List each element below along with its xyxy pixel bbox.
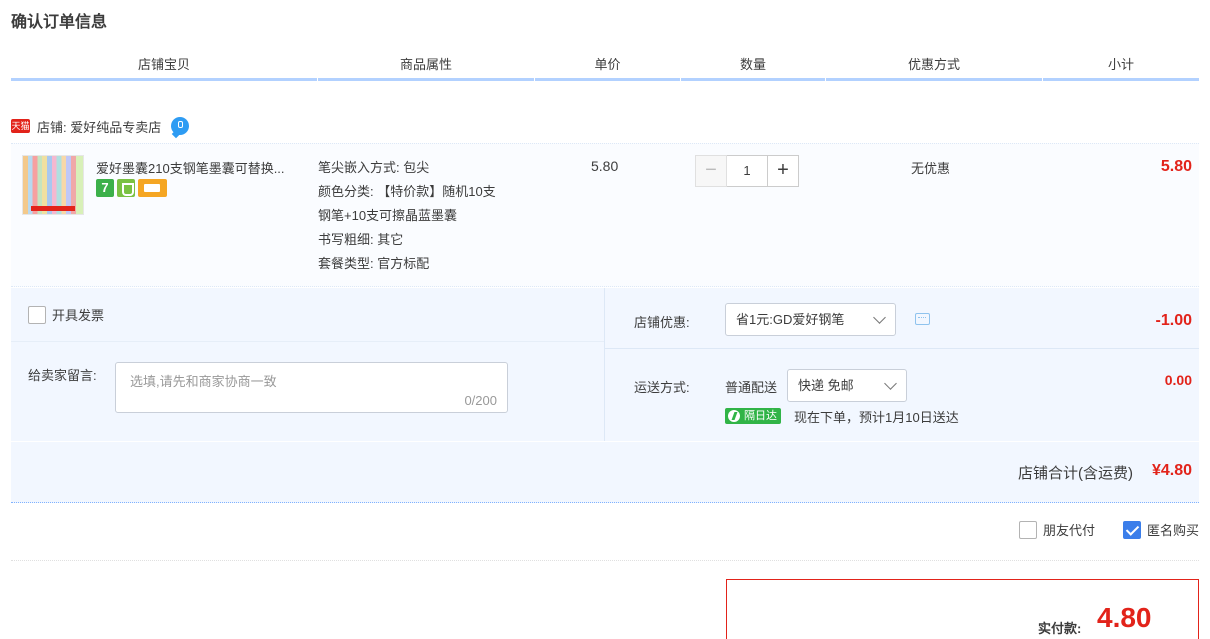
anonymous-purchase-label: 匿名购买 xyxy=(1146,523,1199,538)
product-title[interactable]: 爱好墨囊210支钢笔墨囊可替换... xyxy=(96,158,316,177)
friend-pay-checkbox[interactable] xyxy=(1018,520,1037,539)
shipping-fee: 0.00 xyxy=(1164,372,1192,388)
divider xyxy=(11,341,604,342)
promotion-text: 无优惠 xyxy=(911,161,951,176)
payment-label: 实付款: xyxy=(1038,621,1082,636)
seller-message-label: 给卖家留言: xyxy=(28,368,97,383)
column-header: 店铺宝贝 商品属性 单价 数量 优惠方式 小计 xyxy=(11,55,1199,81)
shop-promo-select[interactable]: 省1元:GD爱好钢笔 xyxy=(725,303,896,336)
shop-promo-selected: 省1元:GD爱好钢笔 xyxy=(736,312,845,327)
shop-promo-label: 店铺优惠: xyxy=(634,315,690,330)
page-title: 确认订单信息 xyxy=(11,14,108,31)
divider xyxy=(604,288,605,441)
product-thumbnail[interactable] xyxy=(22,155,84,215)
chevron-down-icon xyxy=(884,377,897,390)
column-quantity: 数量 xyxy=(681,55,825,81)
message-icon[interactable] xyxy=(915,313,930,325)
column-promotion: 优惠方式 xyxy=(826,55,1042,81)
seller-message-placeholder: 选填,请先和商家协商一致 xyxy=(130,374,277,389)
shop-name[interactable]: 店铺: 爱好纯品专卖店 xyxy=(37,117,161,136)
divider xyxy=(11,560,1199,561)
attribute-line: 套餐类型: 官方标配 xyxy=(318,256,430,271)
column-unit-price: 单价 xyxy=(535,55,680,81)
invoice-label: 开具发票 xyxy=(52,308,105,323)
anonymous-purchase-checkbox[interactable] xyxy=(1122,520,1141,539)
item-subtotal: 5.80 xyxy=(1160,158,1192,175)
invoice-option[interactable]: 开具发票 xyxy=(28,305,104,324)
unit-price: 5.80 xyxy=(591,158,619,174)
quantity-stepper: − 1 + xyxy=(695,155,799,187)
chevron-down-icon xyxy=(873,311,886,324)
attribute-line: 笔尖嵌入方式: 包尖 xyxy=(318,160,430,175)
increase-quantity-button[interactable]: + xyxy=(767,155,799,187)
product-attributes: 笔尖嵌入方式: 包尖 颜色分类: 【特价款】随机10支 钢笔+10支可擦晶蓝墨囊… xyxy=(318,156,538,276)
delivery-estimate: 现在下单，预计1月10日送达 xyxy=(794,410,959,425)
shop-total-row: 店铺合计(含运费) ¥4.80 xyxy=(11,442,1199,503)
seven-day-return-icon[interactable]: 7 xyxy=(96,179,114,197)
invoice-checkbox[interactable] xyxy=(28,305,46,324)
service-icons: 7 xyxy=(96,179,167,197)
friend-pay-label: 朋友代付 xyxy=(1042,523,1095,538)
order-options: 开具发票 给卖家留言: 选填,请先和商家协商一致 0/200 店铺优惠: 省1元… xyxy=(11,288,1199,441)
next-day-delivery-badge: 隔日达 xyxy=(725,408,781,424)
attribute-line: 颜色分类: 【特价款】随机10支 xyxy=(318,184,496,199)
payment-amount: 4.80 xyxy=(1097,602,1152,633)
shipping-label: 运送方式: xyxy=(634,380,690,395)
column-subtotal: 小计 xyxy=(1043,55,1199,81)
shipping-select[interactable]: 快递 免邮 xyxy=(787,369,907,402)
character-counter: 0/200 xyxy=(464,393,497,408)
column-attributes: 商品属性 xyxy=(318,55,534,81)
shipping-selected: 快递 免邮 xyxy=(798,378,854,393)
shop-discount-amount: -1.00 xyxy=(1155,312,1192,329)
decrease-quantity-button[interactable]: − xyxy=(695,155,727,187)
column-shop-item: 店铺宝贝 xyxy=(11,55,317,81)
contact-seller-icon[interactable] xyxy=(171,117,190,135)
guarantee-shield-icon[interactable] xyxy=(117,179,135,197)
attribute-line: 钢笔+10支可擦晶蓝墨囊 xyxy=(318,208,458,223)
payment-options: 朋友代付 匿名购买 xyxy=(991,520,1199,539)
attribute-line: 书写粗细: 其它 xyxy=(318,232,404,247)
credit-card-icon[interactable] xyxy=(138,179,167,197)
shop-total-value: ¥4.80 xyxy=(1151,462,1192,479)
seller-message-input[interactable]: 选填,请先和商家协商一致 0/200 xyxy=(115,362,508,413)
shop-total-label: 店铺合计(含运费) xyxy=(1018,465,1133,482)
payment-summary: 实付款: 4.80 xyxy=(726,579,1199,639)
order-item-row: 爱好墨囊210支钢笔墨囊可替换... 7 笔尖嵌入方式: 包尖 颜色分类: 【特… xyxy=(11,143,1199,287)
divider xyxy=(605,348,1199,349)
shop-line: 天猫 店铺: 爱好纯品专卖店 xyxy=(11,116,190,136)
anonymous-purchase-option[interactable]: 匿名购买 xyxy=(1122,520,1199,539)
quantity-input[interactable]: 1 xyxy=(727,155,767,187)
shipping-type: 普通配送 xyxy=(725,380,778,395)
friend-pay-option[interactable]: 朋友代付 xyxy=(1018,520,1095,539)
tmall-icon: 天猫 xyxy=(11,119,30,133)
